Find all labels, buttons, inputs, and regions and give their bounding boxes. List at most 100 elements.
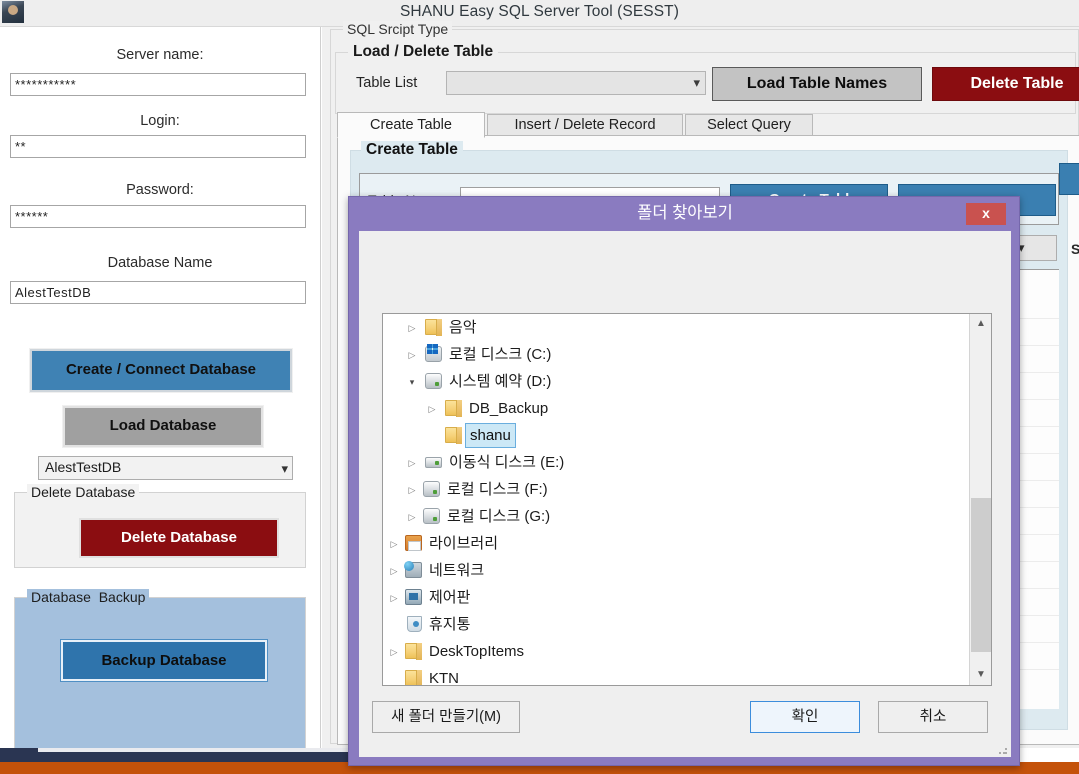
create-connect-database-button[interactable]: Create / Connect Database bbox=[29, 348, 293, 393]
chevron-right-icon[interactable]: ▷ bbox=[405, 341, 419, 369]
tree-item-label: 로컬 디스크 (G:) bbox=[447, 508, 551, 525]
tree-item-system-reserved-d[interactable]: ▾ 시스템 예약 (D:) bbox=[383, 368, 970, 395]
folder-tree-panel: ▷ 음악 ▷ 로컬 디스크 (C:) ▾ 시스템 예약 (D:) ▷ DB_Ba… bbox=[382, 313, 992, 686]
scroll-down-icon[interactable]: ▼ bbox=[970, 665, 992, 685]
tree-item-desktopitems[interactable]: ▷ DeskTopItems bbox=[383, 638, 970, 665]
connection-panel: Server name: *********** Login: ** Passw… bbox=[0, 27, 321, 774]
login-input[interactable]: ** bbox=[10, 135, 306, 158]
control-panel-icon bbox=[405, 589, 422, 605]
tree-item-music[interactable]: ▷ 음악 bbox=[383, 314, 970, 341]
tree-item-label: DB_Backup bbox=[469, 400, 549, 417]
database-select-value: AlestTestDB bbox=[45, 459, 122, 475]
tree-item-control-panel[interactable]: ▷ 제어판 bbox=[383, 584, 970, 611]
chevron-down-icon: ▾ bbox=[693, 75, 700, 90]
folder-tree[interactable]: ▷ 음악 ▷ 로컬 디스크 (C:) ▾ 시스템 예약 (D:) ▷ DB_Ba… bbox=[383, 314, 970, 685]
tree-item-label: 시스템 예약 (D:) bbox=[449, 373, 552, 390]
tree-item-libraries[interactable]: ▷ 라이브러리 bbox=[383, 530, 970, 557]
login-label: Login: bbox=[140, 113, 180, 129]
tab-select-query[interactable]: Select Query bbox=[685, 114, 813, 136]
chevron-right-icon[interactable]: ▷ bbox=[387, 530, 401, 558]
tree-item-label: 네트워크 bbox=[429, 562, 485, 579]
delete-database-group: Delete Database Delete Database bbox=[14, 484, 306, 568]
chevron-right-icon[interactable]: ▷ bbox=[405, 314, 419, 342]
tree-vertical-scrollbar[interactable]: ▲ ▼ bbox=[969, 314, 991, 685]
tree-item-network[interactable]: ▷ 네트워크 bbox=[383, 557, 970, 584]
scroll-up-icon[interactable]: ▲ bbox=[970, 314, 992, 334]
chevron-down-icon[interactable]: ▾ bbox=[405, 368, 419, 396]
database-backup-group-title: Database Backup bbox=[27, 589, 150, 605]
tab-insert-delete-record[interactable]: Insert / Delete Record bbox=[487, 114, 683, 136]
recycle-bin-icon bbox=[407, 616, 422, 632]
application-window: SHANU Easy SQL Server Tool (SESST) Serve… bbox=[0, 0, 1079, 774]
tree-item-recycle-bin[interactable]: 휴지통 bbox=[383, 611, 970, 638]
chevron-right-icon[interactable]: ▷ bbox=[405, 476, 419, 504]
tab-strip: Create Table Insert / Delete Record Sele… bbox=[337, 112, 1079, 138]
chevron-right-icon[interactable]: ▷ bbox=[405, 503, 419, 531]
tree-item-label: 이동식 디스크 (E:) bbox=[449, 454, 565, 471]
table-list-select[interactable]: ▾ bbox=[446, 71, 706, 95]
tree-item-label: 휴지통 bbox=[429, 616, 471, 633]
ok-button[interactable]: 확인 bbox=[750, 701, 860, 733]
browse-folder-dialog: 폴더 찾아보기 x ▷ 음악 ▷ 로컬 디스크 (C:) ▾ 시스템 예약 (D… bbox=[348, 196, 1020, 766]
tree-item-local-disk-f[interactable]: ▷ 로컬 디스크 (F:) bbox=[383, 476, 970, 503]
tree-item-ktn[interactable]: KTN bbox=[383, 665, 970, 685]
load-delete-table-title: Load / Delete Table bbox=[348, 43, 499, 61]
database-name-label: Database Name bbox=[107, 255, 213, 271]
delete-database-group-title: Delete Database bbox=[27, 484, 140, 500]
backup-database-button[interactable]: Backup Database bbox=[60, 639, 268, 682]
drive-icon bbox=[423, 481, 440, 497]
tree-item-local-disk-g[interactable]: ▷ 로컬 디스크 (G:) bbox=[383, 503, 970, 530]
tree-item-shanu[interactable]: shanu bbox=[383, 422, 970, 449]
dialog-body: ▷ 음악 ▷ 로컬 디스크 (C:) ▾ 시스템 예약 (D:) ▷ DB_Ba… bbox=[359, 231, 1011, 757]
tree-item-label: KTN bbox=[429, 670, 459, 685]
tab-create-table[interactable]: Create Table bbox=[337, 112, 485, 138]
taskbar-highlight bbox=[38, 748, 362, 752]
drive-icon bbox=[425, 457, 442, 468]
size-label: S bbox=[1071, 241, 1079, 257]
chevron-right-icon[interactable]: ▷ bbox=[387, 584, 401, 612]
cancel-button[interactable]: 취소 bbox=[878, 701, 988, 733]
server-name-input[interactable]: *********** bbox=[10, 73, 306, 96]
chevron-right-icon[interactable]: ▷ bbox=[425, 395, 439, 423]
add-column-button[interactable]: Ad bbox=[1059, 163, 1079, 195]
window-title: SHANU Easy SQL Server Tool (SESST) bbox=[399, 3, 680, 20]
folder-icon bbox=[445, 427, 462, 444]
tree-item-label: 제어판 bbox=[429, 589, 471, 606]
chevron-right-icon[interactable]: ▷ bbox=[387, 557, 401, 585]
window-titlebar: SHANU Easy SQL Server Tool (SESST) bbox=[0, 0, 1079, 27]
tree-item-db-backup[interactable]: ▷ DB_Backup bbox=[383, 395, 970, 422]
database-name-input[interactable]: AlestTestDB bbox=[10, 281, 306, 304]
tree-item-label: 로컬 디스크 (C:) bbox=[449, 346, 552, 363]
network-icon bbox=[404, 561, 422, 578]
system-drive-icon bbox=[425, 344, 442, 362]
chevron-right-icon[interactable]: ▷ bbox=[405, 449, 419, 477]
tree-item-label: 라이브러리 bbox=[429, 535, 499, 552]
library-icon bbox=[405, 535, 422, 551]
load-table-names-button[interactable]: Load Table Names bbox=[711, 66, 923, 102]
folder-music-icon bbox=[425, 319, 442, 336]
drive-icon bbox=[423, 508, 440, 524]
resize-grip-icon[interactable] bbox=[998, 745, 1008, 755]
delete-table-button[interactable]: Delete Table bbox=[932, 67, 1079, 101]
password-input[interactable]: ****** bbox=[10, 205, 306, 228]
load-delete-table-group: Load / Delete Table Table List ▾ Load Ta… bbox=[335, 43, 1079, 114]
tree-item-label: DeskTopItems bbox=[429, 643, 525, 660]
tree-item-label: shanu bbox=[465, 423, 516, 448]
chevron-right-icon[interactable]: ▷ bbox=[387, 638, 401, 666]
tree-item-label: 로컬 디스크 (F:) bbox=[447, 481, 548, 498]
tree-item-local-disk-c[interactable]: ▷ 로컬 디스크 (C:) bbox=[383, 341, 970, 368]
tree-item-label: 음악 bbox=[449, 319, 477, 336]
load-database-button[interactable]: Load Database bbox=[62, 405, 264, 448]
scrollbar-thumb[interactable] bbox=[971, 498, 991, 652]
tree-item-removable-disk-e[interactable]: ▷ 이동식 디스크 (E:) bbox=[383, 449, 970, 476]
folder-icon bbox=[405, 643, 422, 660]
database-select[interactable]: AlestTestDB ▾ bbox=[38, 456, 293, 480]
new-folder-button[interactable]: 새 폴더 만들기(M) bbox=[372, 701, 520, 733]
dialog-title: 폴더 찾아보기 bbox=[637, 204, 733, 222]
create-table-group-title: Create Table bbox=[361, 141, 463, 159]
delete-database-button[interactable]: Delete Database bbox=[79, 518, 279, 558]
chevron-down-icon: ▾ bbox=[281, 461, 288, 476]
table-list-label: Table List bbox=[356, 75, 418, 91]
close-icon[interactable]: x bbox=[966, 203, 1006, 225]
password-label: Password: bbox=[126, 182, 194, 198]
